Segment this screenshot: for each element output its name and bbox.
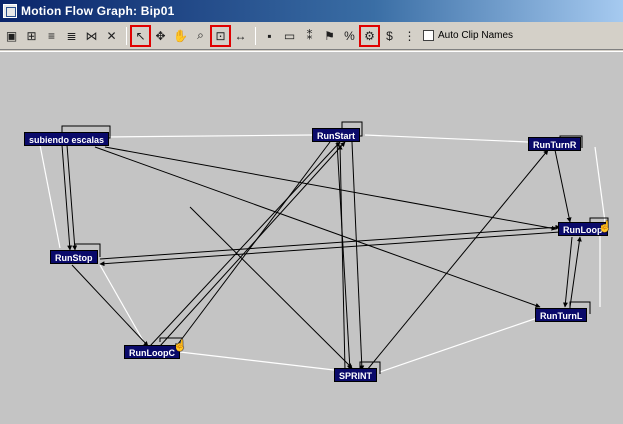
pan-hand-icon[interactable]: ✋ bbox=[171, 26, 190, 46]
toolbar-separator bbox=[126, 26, 127, 45]
node-runloopc[interactable]: RunLoopC bbox=[124, 345, 180, 359]
title-bar: Motion Flow Graph: Bip01 bbox=[0, 0, 623, 22]
open-clip-icon[interactable]: ⊞ bbox=[22, 26, 41, 46]
load-flow-icon[interactable]: ≣ bbox=[62, 26, 81, 46]
node-subiendo-escalas[interactable]: subiendo escalas bbox=[24, 132, 110, 146]
graph-canvas[interactable]: subiendo escalas RunStart RunTurnR RunLo… bbox=[0, 51, 623, 424]
node-runturnr[interactable]: RunTurnR bbox=[528, 137, 582, 151]
create-clip-icon[interactable]: ▣ bbox=[2, 26, 21, 46]
toolbar: ▣ ⊞ ≡ ≣ ⋈ ✕ ↖ ✥ ✋ ⌕ ⊡ ↔ ▪ ▭ ⁑ ⚑% ⚙ $ ⋮ Auto Clip Names bbox=[0, 22, 623, 50]
show-all-icon[interactable]: ⋈ bbox=[82, 26, 101, 46]
auto-clip-label: Auto Clip Names bbox=[438, 30, 514, 41]
toolbar-separator bbox=[255, 26, 256, 45]
node-runstart[interactable]: RunStart bbox=[312, 128, 360, 142]
zoom-region-icon[interactable]: ⊡ bbox=[210, 24, 231, 47]
zoom-icon[interactable]: ⌕ bbox=[191, 26, 210, 46]
window-title: Motion Flow Graph: Bip01 bbox=[21, 4, 175, 18]
rest-icon[interactable]: ▭ bbox=[280, 26, 299, 46]
auto-clip-names-toggle[interactable]: Auto Clip Names bbox=[423, 30, 513, 41]
select-arrow-icon[interactable]: ↖ bbox=[130, 24, 151, 47]
dollar-icon[interactable]: $ bbox=[380, 26, 399, 46]
transition-lines bbox=[39, 121, 609, 374]
node-sprint[interactable]: SPRINT bbox=[334, 368, 378, 382]
save-flow-icon[interactable]: ≡ bbox=[42, 26, 61, 46]
node-runturnl[interactable]: RunTurnL bbox=[535, 308, 588, 322]
delete-icon[interactable]: ✕ bbox=[102, 26, 121, 46]
hand-cursor-icon: ☝ bbox=[173, 340, 187, 352]
properties-icon[interactable]: ⋮ bbox=[400, 26, 419, 46]
create-transition-icon[interactable]: ▪ bbox=[260, 26, 279, 46]
flag-icon[interactable]: ⚑ bbox=[320, 26, 339, 46]
optimize-icon[interactable]: ⁑ bbox=[300, 26, 319, 46]
percent-icon[interactable]: % bbox=[340, 26, 359, 46]
random-icon[interactable]: ⚙ bbox=[359, 24, 380, 47]
node-runstop[interactable]: RunStop bbox=[50, 250, 98, 264]
zoom-extents-icon[interactable]: ↔ bbox=[231, 26, 250, 46]
move-icon[interactable]: ✥ bbox=[151, 26, 170, 46]
hand-cursor-icon: ☝ bbox=[598, 221, 612, 233]
auto-clip-checkbox[interactable] bbox=[423, 30, 434, 41]
window-icon bbox=[3, 4, 17, 18]
